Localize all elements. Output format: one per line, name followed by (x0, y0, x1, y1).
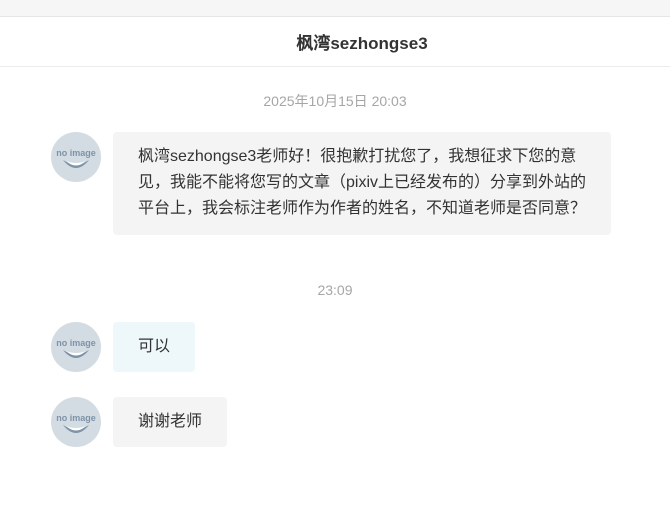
avatar-label: no image (56, 338, 96, 348)
message-timestamp: 2025年10月15日 20:03 (263, 93, 407, 109)
message-row: no image 谢谢老师 (51, 397, 228, 447)
message-bubble: 枫湾sezhongse3老师好！很抱歉打扰您了，我想征求下您的意见，我能不能将您… (113, 132, 611, 235)
message-bubble: 可以 (113, 322, 196, 372)
avatar[interactable]: no image (51, 322, 101, 372)
no-image-icon: no image (56, 413, 96, 433)
avatar-label: no image (56, 148, 96, 158)
message-timestamp: 23:09 (317, 282, 353, 298)
chat-header: 枫湾sezhongse3 (0, 17, 670, 67)
avatar[interactable]: no image (51, 132, 101, 182)
no-image-icon: no image (56, 338, 96, 358)
message-row: no image 可以 (51, 322, 196, 372)
message-bubble: 谢谢老师 (113, 397, 228, 447)
avatar-label: no image (56, 413, 96, 423)
message-row: no image 枫湾sezhongse3老师好！很抱歉打扰您了，我想征求下您的… (51, 132, 611, 235)
no-image-icon: no image (56, 148, 96, 168)
top-toolbar-strip (0, 0, 670, 17)
avatar[interactable]: no image (51, 397, 101, 447)
chat-title: 枫湾sezhongse3 (296, 34, 428, 53)
